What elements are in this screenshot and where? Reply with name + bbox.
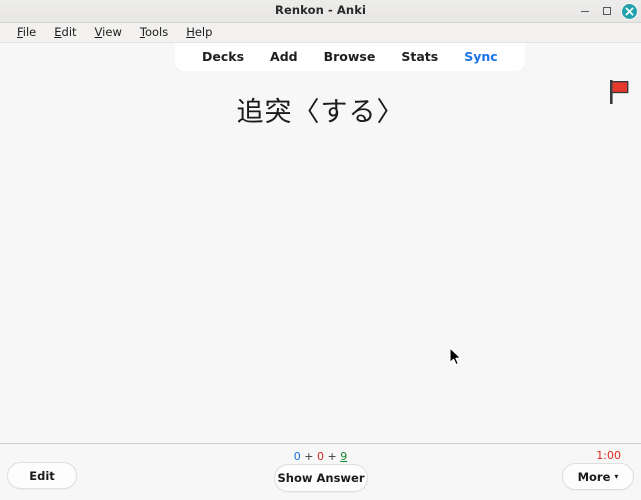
minimize-icon [581,10,589,12]
more-button-label: More [577,469,611,484]
menu-item-edit[interactable]: Edit [45,24,85,39]
card-counts: 0 + 0 + 9 [0,451,641,462]
nav-link-stats[interactable]: Stats [388,50,451,64]
anki-main-window: Renkon - Anki File Edit View Tools Help … [0,0,641,500]
menu-item-view[interactable]: View [86,24,131,39]
card-question-text: 追突〈する〉 [236,97,405,128]
show-answer-button[interactable]: Show Answer [274,464,368,492]
red-flag-icon[interactable] [608,79,630,105]
nav-bar-area: Decks Add Browse Stats Sync [0,43,641,71]
menu-mnemonic: E [54,24,62,39]
nav-link-decks[interactable]: Decks [189,50,257,64]
mouse-cursor [449,347,462,366]
menu-label-rest: elp [194,24,213,39]
close-button[interactable] [622,3,637,19]
window-controls [578,0,637,22]
card-review-area: 追突〈する〉 [0,71,641,443]
count-new[interactable]: 0 [294,450,301,463]
menu-mnemonic: H [186,24,195,39]
more-button[interactable]: More ▾ [562,463,634,490]
nav-bar: Decks Add Browse Stats Sync [175,43,525,71]
title-bar: Renkon - Anki [0,0,641,23]
maximize-button[interactable] [600,4,614,18]
nav-link-add[interactable]: Add [257,50,311,64]
edit-button[interactable]: Edit [7,462,77,489]
count-review[interactable]: 9 [340,450,347,463]
menu-label-rest: iew [102,24,122,39]
minimize-button[interactable] [578,4,592,18]
menu-label-rest: dit [61,24,77,39]
chevron-down-icon: ▾ [614,471,619,481]
count-separator-1: + [300,450,317,463]
close-icon [625,7,634,15]
menu-bar: File Edit View Tools Help [0,23,641,43]
count-learning[interactable]: 0 [317,450,324,463]
window-title: Renkon - Anki [274,3,367,18]
nav-link-sync[interactable]: Sync [451,50,510,64]
count-separator-2: + [324,450,341,463]
maximize-icon [603,7,611,15]
bottom-toolbar: 0 + 0 + 9 1:00 Edit Show Answer More ▾ [0,443,641,500]
menu-label-rest: ile [22,24,37,39]
menu-label-rest: ools [144,24,169,39]
menu-item-help[interactable]: Help [177,24,221,39]
menu-item-tools[interactable]: Tools [131,24,177,39]
menu-item-file[interactable]: File [8,24,45,39]
nav-link-browse[interactable]: Browse [311,50,389,64]
answer-timer: 1:00 [596,449,621,462]
